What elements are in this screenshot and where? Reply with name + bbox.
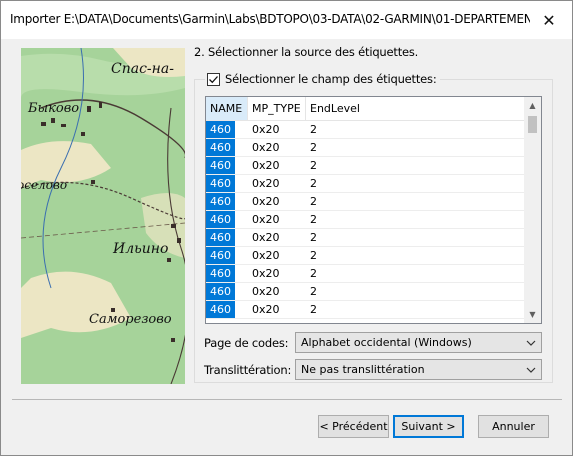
table-row[interactable]: 460 0x20 2	[206, 229, 524, 247]
cell-name: 460	[206, 175, 235, 192]
vertical-scrollbar[interactable]: ▲ ▼	[524, 97, 541, 323]
cell-endlevel: 2	[310, 285, 317, 298]
table-row[interactable]: 460 0x20 2	[206, 283, 524, 301]
cell-mp-type: 0x20	[252, 231, 280, 244]
scroll-down-arrow-icon[interactable]: ▼	[524, 306, 541, 323]
cell-name: 460	[206, 121, 235, 138]
table-body: 460 0x20 2 460 0x20 2 460 0x20 2 460 0x20 2 460 0…	[206, 121, 524, 319]
next-button[interactable]: Suivant >	[393, 415, 464, 438]
cell-name: 460	[206, 139, 235, 156]
select-field-checkbox-row[interactable]: Sélectionner le champ des étiquettes:	[205, 71, 440, 87]
cell-endlevel: 2	[310, 231, 317, 244]
translit-value: Ne pas translittération	[301, 363, 425, 376]
cell-name: 460	[206, 283, 235, 300]
cell-name: 460	[206, 157, 235, 174]
cell-endlevel: 2	[310, 213, 317, 226]
scroll-up-arrow-icon[interactable]: ▲	[524, 97, 541, 114]
cell-endlevel: 2	[310, 159, 317, 172]
select-field-checkbox[interactable]	[207, 72, 220, 86]
table-row[interactable]: 460 0x20 2	[206, 211, 524, 229]
import-dialog: Importer E:\DATA\Documents\Garmin\Labs\B…	[0, 0, 573, 456]
translit-label: Translittération:	[204, 363, 292, 377]
map-label: Спас-на-	[111, 61, 174, 77]
map-label: оселово	[21, 178, 68, 192]
checkmark-icon	[209, 75, 218, 83]
cell-name: 460	[206, 211, 235, 228]
cell-endlevel: 2	[310, 123, 317, 136]
chevron-down-icon	[526, 340, 536, 346]
map-illustration	[21, 48, 185, 384]
cell-endlevel: 2	[310, 303, 317, 316]
cell-endlevel: 2	[310, 177, 317, 190]
table-row[interactable]: 460 0x20 2	[206, 247, 524, 265]
cell-endlevel: 2	[310, 249, 317, 262]
cell-mp-type: 0x20	[252, 141, 280, 154]
column-header-endlevel[interactable]: EndLevel	[306, 97, 366, 120]
cell-mp-type: 0x20	[252, 285, 280, 298]
table-row[interactable]: 460 0x20 2	[206, 175, 524, 193]
cell-name: 460	[206, 229, 235, 246]
previous-button[interactable]: < Précédent	[318, 415, 389, 438]
close-button[interactable]: ✕	[526, 1, 572, 39]
table-row[interactable]: 460 0x20 2	[206, 193, 524, 211]
column-header-name[interactable]: NAME	[206, 97, 248, 120]
table-row[interactable]: 460 0x20 2	[206, 139, 524, 157]
scroll-thumb[interactable]	[528, 116, 537, 133]
codepage-label: Page de codes:	[204, 336, 289, 350]
cell-mp-type: 0x20	[252, 267, 280, 280]
cell-mp-type: 0x20	[252, 177, 280, 190]
cell-endlevel: 2	[310, 141, 317, 154]
cell-name: 460	[206, 265, 235, 282]
cell-name: 460	[206, 247, 235, 264]
codepage-value: Alphabet occidental (Windows)	[301, 336, 472, 349]
table-row[interactable]: 460 0x20 2	[206, 301, 524, 319]
map-preview-image: Спас-на- Быково оселово Ильино Саморезов…	[21, 48, 185, 384]
chevron-down-icon	[526, 367, 536, 373]
column-header-mp-type[interactable]: MP_TYPE	[248, 97, 306, 120]
title-bar[interactable]: Importer E:\DATA\Documents\Garmin\Labs\B…	[1, 1, 572, 39]
cell-mp-type: 0x20	[252, 249, 280, 262]
cell-name: 460	[206, 301, 235, 318]
cell-endlevel: 2	[310, 195, 317, 208]
cell-name: 460	[206, 193, 235, 210]
separator	[12, 399, 562, 400]
step-title: 2. Sélectionner la source des étiquettes…	[194, 45, 419, 59]
cancel-button[interactable]: Annuler	[478, 415, 549, 438]
fields-table[interactable]: NAME MP_TYPE EndLevel 460 0x20 2 460 0x20 2 …	[205, 96, 542, 324]
codepage-select[interactable]: Alphabet occidental (Windows)	[295, 332, 542, 353]
cell-mp-type: 0x20	[252, 123, 280, 136]
cell-mp-type: 0x20	[252, 303, 280, 316]
table-header: NAME MP_TYPE EndLevel	[206, 97, 524, 121]
translit-select[interactable]: Ne pas translittération	[295, 359, 542, 380]
map-label: Саморезово	[89, 312, 172, 327]
map-label: Ильино	[113, 241, 169, 257]
cell-mp-type: 0x20	[252, 159, 280, 172]
cell-endlevel: 2	[310, 267, 317, 280]
close-icon: ✕	[542, 10, 556, 30]
map-label: Быково	[28, 101, 80, 116]
select-field-label: Sélectionner le champ des étiquettes:	[225, 72, 437, 86]
cell-mp-type: 0x20	[252, 213, 280, 226]
table-row[interactable]: 460 0x20 2	[206, 157, 524, 175]
cell-mp-type: 0x20	[252, 195, 280, 208]
table-row[interactable]: 460 0x20 2	[206, 121, 524, 139]
table-row[interactable]: 460 0x20 2	[206, 265, 524, 283]
window-title: Importer E:\DATA\Documents\Garmin\Labs\B…	[10, 12, 530, 26]
